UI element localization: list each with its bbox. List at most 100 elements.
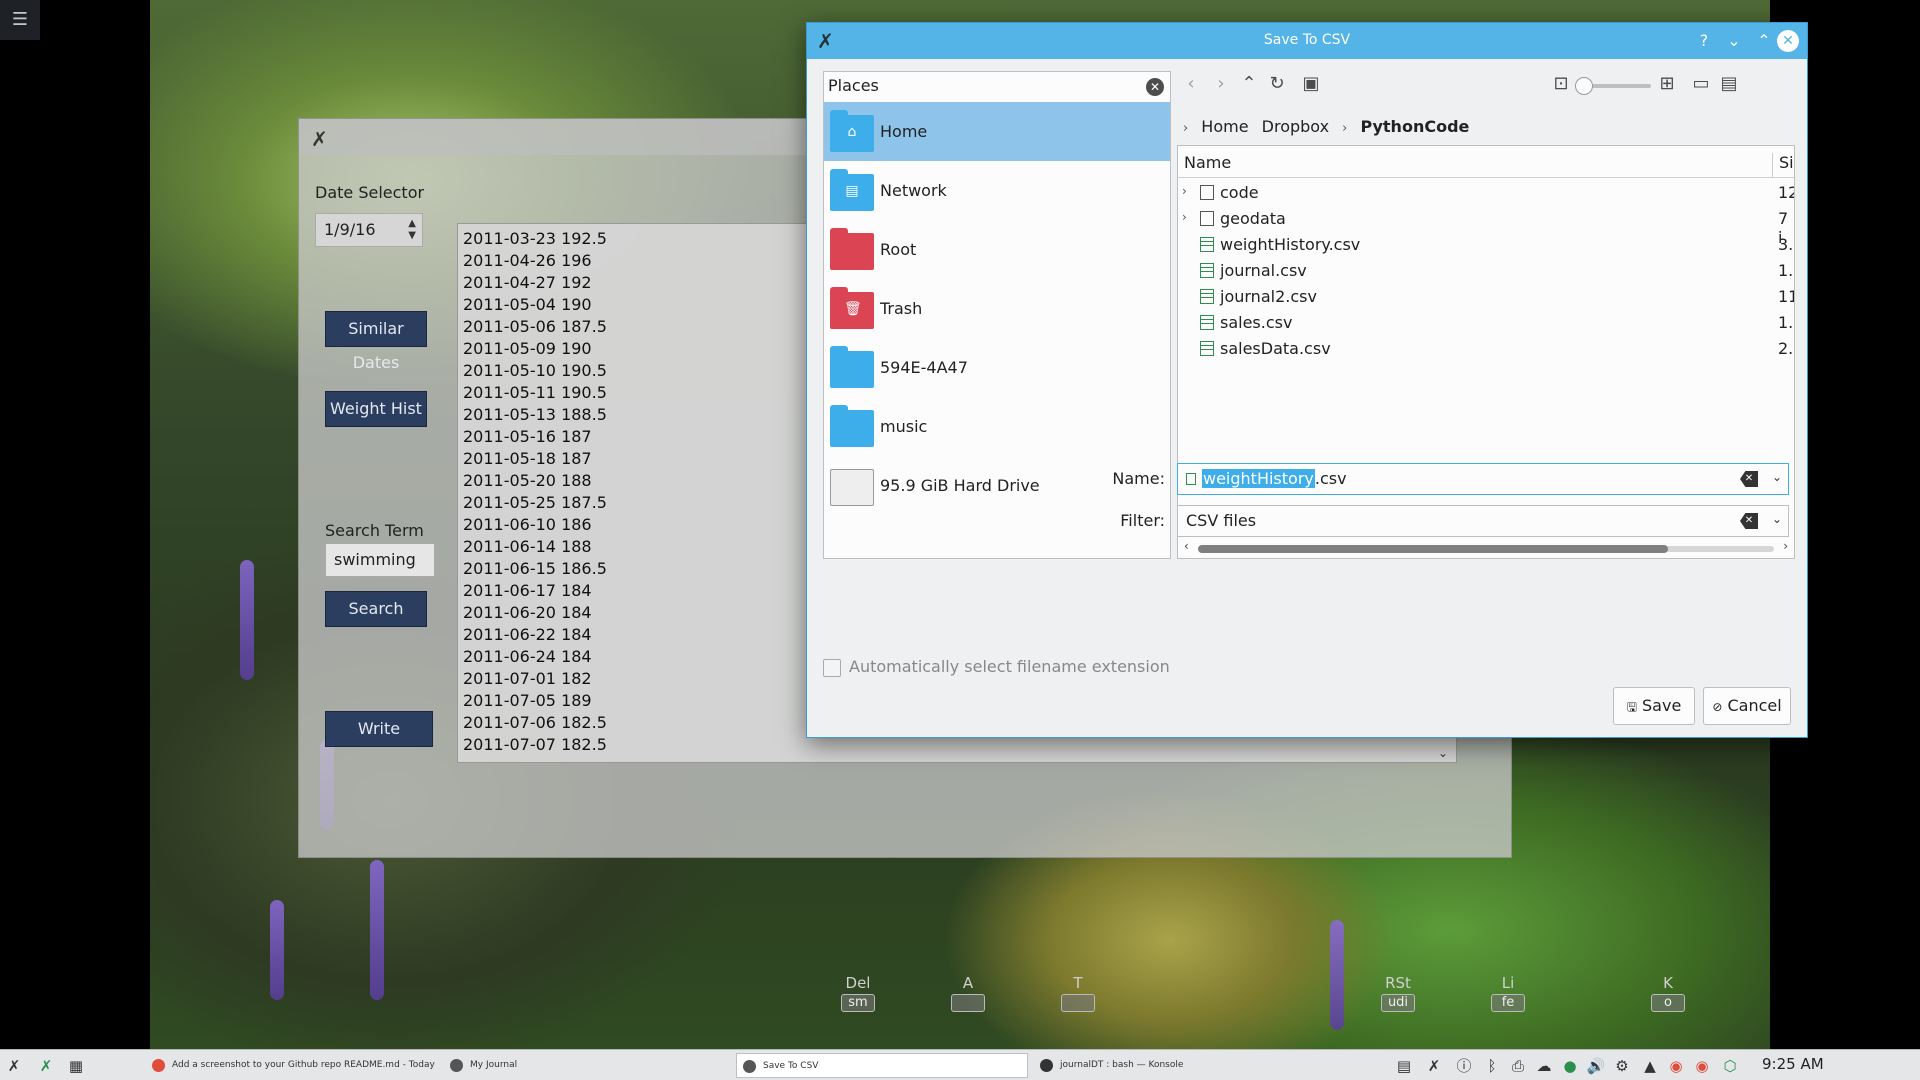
scroll-right-icon[interactable]: › xyxy=(1783,539,1788,553)
chevron-down-icon[interactable]: ⌄ xyxy=(1438,746,1448,760)
printer-icon[interactable]: ⎙ xyxy=(1508,1056,1528,1076)
forward-icon[interactable]: › xyxy=(1209,73,1233,94)
filename-input[interactable]: weightHistory.csv ✕ ⌄ xyxy=(1177,463,1789,495)
app-menu-icon[interactable]: ☰ xyxy=(0,0,40,40)
reload-icon[interactable]: ↻ xyxy=(1265,73,1289,94)
file-row[interactable]: journal2.csv 11 xyxy=(1178,284,1794,310)
file-row[interactable]: weightHistory.csv 3. xyxy=(1178,232,1794,258)
save-dialog: ✗ Save To CSV ? ⌄ ⌃ ✕ Places ✕ ⌂ Home ▤ Net… xyxy=(806,22,1808,738)
place-network[interactable]: ▤ Network xyxy=(824,161,1170,220)
zoom-in-icon[interactable]: ⊞ xyxy=(1655,73,1679,94)
filename-extension: .csv xyxy=(1314,469,1347,488)
keyboard-hint: T xyxy=(1058,974,1098,1012)
breadcrumb-dropbox[interactable]: Dropbox xyxy=(1262,117,1329,136)
chevron-down-icon[interactable]: ⌄ xyxy=(1772,470,1782,484)
filter-combo[interactable]: CSV files ✕ ⌄ xyxy=(1177,505,1789,537)
tray-expand-icon[interactable]: ▲ xyxy=(1640,1056,1660,1076)
file-name: journal.csv xyxy=(1220,261,1307,280)
file-name: salesData.csv xyxy=(1220,339,1331,358)
close-icon[interactable]: ✕ xyxy=(1777,30,1799,52)
updates-icon[interactable]: ⚙ xyxy=(1612,1056,1632,1076)
search-term-input[interactable]: swimming xyxy=(325,543,435,577)
keyboard-hint: Ko xyxy=(1648,974,1688,1012)
spin-arrows-icon[interactable]: ▲ ▼ xyxy=(408,218,416,242)
close-places-icon[interactable]: ✕ xyxy=(1146,78,1164,96)
place-root[interactable]: Root xyxy=(824,220,1170,279)
scroll-thumb[interactable] xyxy=(1198,545,1668,553)
chevron-down-icon[interactable]: ⌄ xyxy=(1772,512,1782,526)
date-value: 1/9/16 xyxy=(324,220,376,239)
taskbar-task[interactable]: Save To CSV xyxy=(736,1053,1028,1078)
cancel-button[interactable]: ⊘ Cancel xyxy=(1703,687,1791,725)
keyboard-hint: Del sm xyxy=(838,974,878,1012)
cloud-icon[interactable]: ☁ xyxy=(1534,1056,1554,1076)
folder-icon xyxy=(830,228,874,270)
place-trash[interactable]: 🗑 Trash xyxy=(824,279,1170,338)
place-594e-4a47[interactable]: 594E-4A47 xyxy=(824,338,1170,397)
file-row[interactable]: salesData.csv 2. xyxy=(1178,336,1794,362)
keyboard-hint-key: udi xyxy=(1381,994,1415,1012)
zoom-slider[interactable] xyxy=(1575,77,1651,95)
keyboard-hint-key: sm xyxy=(841,994,875,1012)
keyboard-hint: Li fe xyxy=(1488,974,1528,1012)
weight-hist-button[interactable]: Weight Hist xyxy=(325,391,427,427)
file-row[interactable]: journal.csv 1. xyxy=(1178,258,1794,284)
taskbar-task[interactable]: Add a screenshot to your Github repo REA… xyxy=(146,1053,436,1078)
info-icon[interactable]: ⓘ xyxy=(1454,1056,1474,1076)
auto-extension-checkbox[interactable] xyxy=(823,659,841,677)
file-manager-icon[interactable]: ▦ xyxy=(66,1056,86,1076)
new-folder-icon[interactable]: ▭ xyxy=(1689,73,1713,94)
preview-icon[interactable]: ▣ xyxy=(1299,73,1323,94)
help-icon[interactable]: ? xyxy=(1693,30,1715,52)
options-menu-icon[interactable]: ▤ xyxy=(1717,73,1741,94)
clear-text-icon[interactable]: ✕ xyxy=(1740,471,1758,487)
horizontal-scrollbar[interactable]: ‹ › xyxy=(1184,539,1788,553)
scroll-left-icon[interactable]: ‹ xyxy=(1184,539,1189,553)
breadcrumb-home[interactable]: Home xyxy=(1201,117,1248,136)
keyboard-hint-label: Del xyxy=(845,974,871,992)
save-label: Save xyxy=(1642,696,1682,715)
place-home[interactable]: ⌂ Home xyxy=(824,102,1170,161)
column-name[interactable]: Name xyxy=(1184,153,1231,172)
file-row[interactable]: › code 12 xyxy=(1178,180,1794,206)
file-row[interactable]: sales.csv 1. xyxy=(1178,310,1794,336)
bluetooth-icon[interactable]: ᛒ xyxy=(1482,1056,1502,1076)
clipboard-icon[interactable]: ▤ xyxy=(1394,1056,1414,1076)
zoom-out-icon[interactable]: ⊡ xyxy=(1549,73,1573,94)
column-size[interactable]: Siz xyxy=(1772,153,1794,177)
clock[interactable]: 9:25 AM xyxy=(1762,1055,1824,1073)
up-icon[interactable]: ⌃ xyxy=(1237,73,1261,94)
app-launcher-icon[interactable]: ✗ xyxy=(4,1056,24,1076)
write-button[interactable]: Write xyxy=(325,711,433,747)
breadcrumb-pythoncode[interactable]: PythonCode xyxy=(1360,117,1469,136)
expand-icon[interactable]: › xyxy=(1182,184,1187,198)
taskbar-task[interactable]: journalDT : bash — Konsole xyxy=(1034,1053,1234,1078)
network-icon[interactable]: ⬡ xyxy=(1720,1056,1740,1076)
folder-glyph xyxy=(844,242,860,258)
csv-file-icon xyxy=(1200,341,1214,356)
pin-icon[interactable]: ✗ xyxy=(1424,1056,1444,1076)
shortcut-icon[interactable]: ✗ xyxy=(36,1056,56,1076)
wallpaper-flower xyxy=(240,560,254,680)
file-row[interactable]: › geodata 7 i xyxy=(1178,206,1794,247)
date-spinbox[interactable]: 1/9/16 ▲ ▼ xyxy=(315,213,423,247)
back-icon[interactable]: ‹ xyxy=(1179,73,1203,94)
maximize-icon[interactable]: ⌃ xyxy=(1753,30,1775,52)
clear-text-icon[interactable]: ✕ xyxy=(1740,513,1758,529)
chrome-icon[interactable]: ◉ xyxy=(1692,1056,1712,1076)
chrome-icon[interactable]: ◉ xyxy=(1666,1056,1686,1076)
save-button[interactable]: 🖫 Save xyxy=(1613,687,1695,725)
zoom-slider-knob[interactable] xyxy=(1575,77,1593,95)
place-music[interactable]: music xyxy=(824,397,1170,456)
volume-icon[interactable]: 🔊 xyxy=(1586,1056,1606,1076)
keyboard-hint-label: RSt xyxy=(1385,974,1411,992)
taskbar-task[interactable]: My Journal xyxy=(444,1053,544,1078)
expand-icon[interactable]: › xyxy=(1182,210,1187,224)
folder-glyph xyxy=(844,419,860,435)
search-button[interactable]: Search xyxy=(325,591,427,627)
maps-pin-icon[interactable]: ● xyxy=(1560,1056,1580,1076)
minimize-icon[interactable]: ⌄ xyxy=(1723,30,1745,52)
dialog-titlebar[interactable]: ✗ Save To CSV ? ⌄ ⌃ ✕ xyxy=(807,23,1807,59)
folder-icon: ▤ xyxy=(830,169,874,211)
similar-dates-button[interactable]: Similar Dates xyxy=(325,311,427,372)
